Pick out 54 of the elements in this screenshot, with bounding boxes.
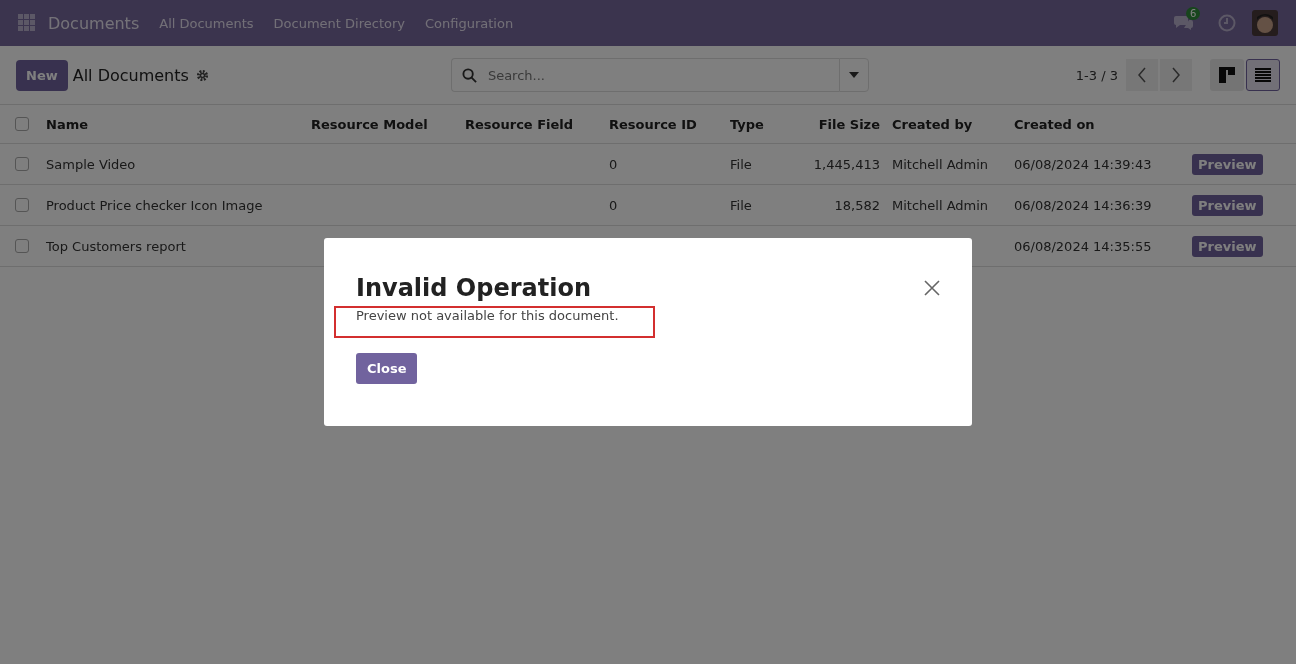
table-cell: File bbox=[730, 156, 752, 172]
message-count-badge: 6 bbox=[1186, 7, 1201, 20]
column-header[interactable]: Name bbox=[46, 116, 88, 132]
table-cell: File bbox=[730, 197, 752, 213]
chevron-left-icon bbox=[1137, 67, 1147, 83]
preview-button[interactable]: Preview bbox=[1192, 194, 1263, 216]
previous-page-button[interactable] bbox=[1126, 59, 1158, 91]
search-field[interactable]: Search... bbox=[450, 58, 839, 92]
list-icon bbox=[1255, 68, 1271, 82]
table-cell: Top Customers report bbox=[46, 238, 186, 254]
app-grid-icon[interactable] bbox=[18, 14, 36, 32]
breadcrumb-title: All Documents bbox=[72, 65, 189, 85]
app-name[interactable]: Documents bbox=[48, 13, 140, 33]
column-header[interactable]: Resource Model bbox=[311, 116, 428, 132]
column-header[interactable]: Created on bbox=[1014, 116, 1095, 132]
preview-button[interactable]: Preview bbox=[1192, 235, 1263, 257]
chat-icon[interactable] bbox=[1174, 15, 1194, 31]
chevron-right-icon bbox=[1171, 67, 1181, 83]
list-view-button[interactable] bbox=[1246, 59, 1280, 91]
row-checkbox[interactable] bbox=[15, 198, 29, 212]
next-page-button[interactable] bbox=[1160, 59, 1192, 91]
table-cell: 0 bbox=[609, 156, 618, 172]
dialog-title: Invalid Operation bbox=[356, 274, 591, 302]
table-cell: 18,582 bbox=[834, 197, 880, 213]
table-cell: Sample Video bbox=[46, 156, 136, 172]
table-cell: Mitchell Admin bbox=[892, 197, 989, 213]
table-cell: 06/08/2024 14:36:39 bbox=[1014, 197, 1152, 213]
table-cell: 0 bbox=[609, 197, 618, 213]
search-options-dropdown[interactable] bbox=[838, 58, 869, 92]
close-icon[interactable] bbox=[924, 280, 940, 296]
table-cell: Mitchell Admin bbox=[892, 156, 989, 172]
new-button[interactable]: New bbox=[16, 59, 68, 91]
column-header[interactable]: Created by bbox=[892, 116, 973, 132]
table-cell: 06/08/2024 14:39:43 bbox=[1014, 156, 1152, 172]
kanban-icon bbox=[1219, 67, 1235, 83]
select-all-checkbox[interactable] bbox=[15, 117, 29, 131]
column-header[interactable]: Resource Field bbox=[465, 116, 574, 132]
dialog-message: Preview not available for this document. bbox=[356, 308, 620, 323]
avatar-icon[interactable] bbox=[1252, 10, 1278, 36]
gear-icon[interactable] bbox=[195, 68, 209, 82]
clock-icon[interactable] bbox=[1218, 14, 1236, 32]
pager-value: 1-3 / 3 bbox=[1075, 67, 1118, 83]
column-header[interactable]: Resource ID bbox=[609, 116, 697, 132]
close-button[interactable]: Close bbox=[356, 353, 418, 384]
kanban-view-button[interactable] bbox=[1210, 59, 1244, 91]
table-cell: 06/08/2024 14:35:55 bbox=[1014, 238, 1152, 254]
row-checkbox[interactable] bbox=[15, 157, 29, 171]
column-header[interactable]: Type bbox=[730, 116, 764, 132]
column-header[interactable]: File Size bbox=[818, 116, 880, 132]
row-checkbox[interactable] bbox=[15, 239, 29, 253]
table-cell: Product Price checker Icon Image bbox=[46, 197, 263, 213]
caret-icon bbox=[848, 72, 859, 78]
table-cell: 1,445,413 bbox=[813, 156, 880, 172]
preview-button[interactable]: Preview bbox=[1192, 153, 1263, 175]
